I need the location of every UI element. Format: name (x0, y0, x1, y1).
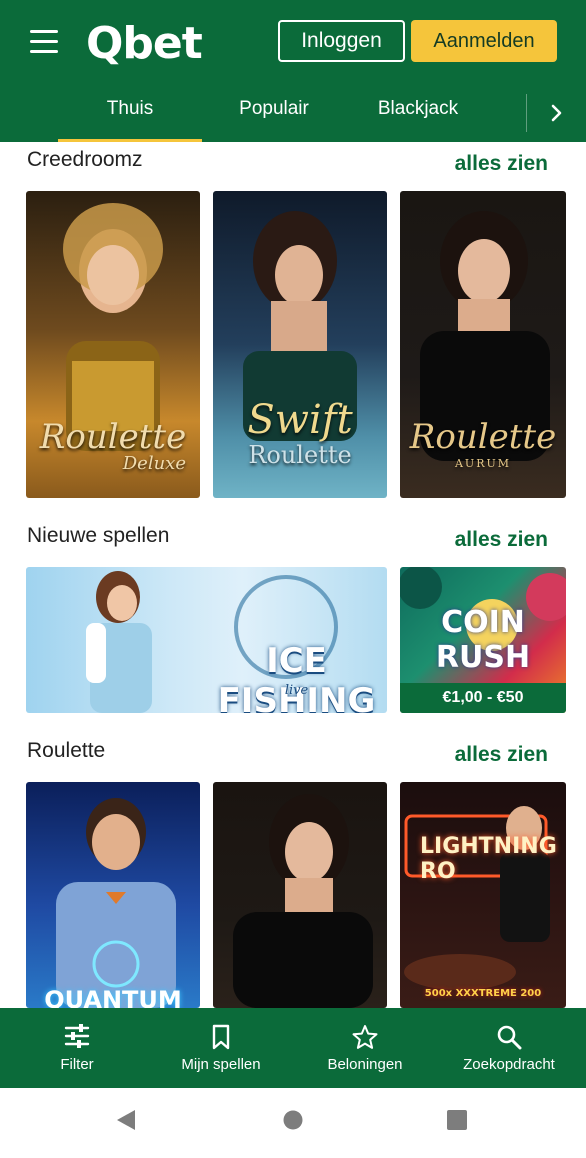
game-title: Roulette (409, 417, 557, 457)
nav-search[interactable]: Zoekopdracht (444, 1008, 574, 1088)
game-title: LIGHTNING RO (420, 834, 557, 884)
recents-icon[interactable] (446, 1109, 468, 1131)
game-tile[interactable]: Swift Roulette (213, 191, 387, 498)
section-title-nieuwe-spellen: Nieuwe spellen (27, 524, 170, 547)
filter-sliders-icon (64, 1024, 90, 1048)
search-icon (497, 1025, 522, 1050)
game-tile[interactable]: ICE FISHING live (26, 567, 387, 713)
section-title-creedroomz: Creedroomz (27, 148, 143, 171)
nav-rewards[interactable]: Beloningen (300, 1008, 430, 1088)
brand-logo[interactable]: Qbet (86, 18, 203, 69)
game-title: Swift (247, 397, 353, 443)
see-all-link[interactable]: alles zien (455, 743, 548, 767)
game-tile[interactable]: Roulette Deluxe (26, 191, 200, 498)
nav-label: Zoekopdracht (463, 1056, 555, 1073)
bookmark-icon (212, 1024, 230, 1050)
game-tile[interactable]: COIN RUSH €1,00 - €50 (400, 567, 566, 713)
signup-button[interactable]: Aanmelden (411, 20, 557, 62)
nav-filter[interactable]: Filter (12, 1008, 142, 1088)
game-tile[interactable]: Roulette AURUM (400, 191, 566, 498)
game-title: COIN RUSH (435, 605, 531, 675)
game-subtitle: 500x XXXTREME 200 (424, 988, 542, 999)
section-title-roulette: Roulette (27, 739, 106, 762)
hamburger-icon[interactable] (30, 30, 60, 54)
tab-thuis[interactable]: Thuis (58, 98, 202, 142)
top-bar: Qbet Inloggen Aanmelden Thuis Populair B… (0, 0, 586, 142)
see-all-link[interactable]: alles zien (455, 152, 548, 176)
game-title: QUANTUM (44, 986, 182, 1008)
game-tile[interactable]: LIGHTNING RO 500x XXXTREME 200 (400, 782, 566, 1008)
nav-my-games[interactable]: Mijn spellen (156, 1008, 286, 1088)
nav-label: Beloningen (327, 1056, 403, 1073)
game-title: ICE FISHING (217, 641, 376, 713)
chevron-right-icon[interactable] (526, 94, 586, 132)
bottom-nav: Filter Mijn spellen Beloningen Zoekopdra… (0, 1008, 586, 1088)
game-title: Roulette (39, 417, 187, 457)
login-button[interactable]: Inloggen (278, 20, 405, 62)
nav-label: Mijn spellen (181, 1056, 261, 1073)
tab-populair[interactable]: Populair (214, 98, 334, 142)
stake-range-label: €1,00 - €50 (400, 683, 566, 713)
category-tabs: Thuis Populair Blackjack (0, 90, 586, 142)
see-all-link[interactable]: alles zien (455, 528, 548, 552)
system-nav-bar (0, 1088, 586, 1158)
back-icon[interactable] (115, 1108, 137, 1132)
game-subtitle: AURUM (454, 457, 512, 470)
game-subtitle: Roulette (248, 441, 352, 469)
game-subtitle: Deluxe (122, 453, 186, 474)
tab-blackjack[interactable]: Blackjack (358, 98, 478, 142)
game-subtitle: live (284, 683, 309, 698)
nav-label: Filter (60, 1056, 94, 1073)
game-tile[interactable] (213, 782, 387, 1008)
game-lobby: Creedroomz alles zien Roulette Deluxe Sw… (6, 142, 580, 1008)
home-icon[interactable] (282, 1109, 304, 1131)
star-icon (352, 1025, 378, 1049)
game-tile[interactable]: QUANTUM (26, 782, 200, 1008)
